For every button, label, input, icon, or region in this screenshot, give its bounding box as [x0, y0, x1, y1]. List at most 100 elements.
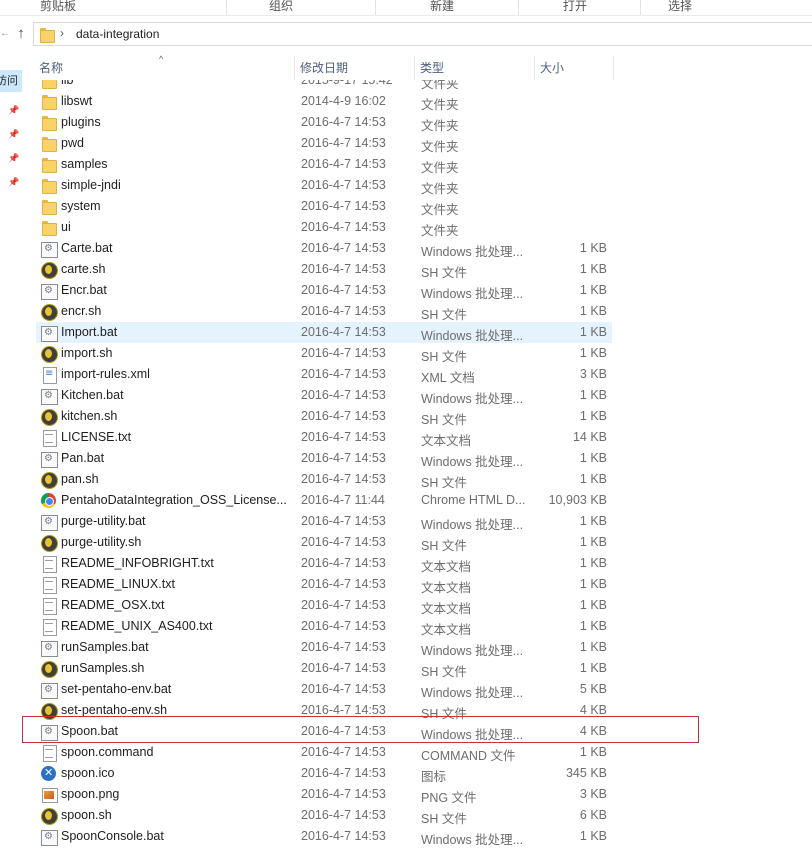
- navpane-item-pinned[interactable]: 📌: [0, 118, 22, 140]
- file-row[interactable]: pan.sh 2016-4-7 14:53 SH 文件 1 KB: [36, 469, 612, 490]
- up-arrow-icon[interactable]: ↑: [12, 25, 30, 43]
- column-header-name[interactable]: 名称: [22, 56, 294, 80]
- file-type: 文件夹: [421, 161, 459, 175]
- address-bar[interactable]: › data-integration: [33, 22, 812, 46]
- file-type: 文件夹: [421, 224, 459, 238]
- ribbon-group-new: 新建: [430, 0, 455, 13]
- folder-icon: [41, 178, 57, 194]
- file-row[interactable]: Kitchen.bat 2016-4-7 14:53 Windows 批处理... 1…: [36, 385, 612, 406]
- column-header-date[interactable]: 修改日期: [283, 56, 403, 80]
- file-row[interactable]: README_LINUX.txt 2016-4-7 14:53 文本文档 1 KB: [36, 574, 612, 595]
- file-size: 345 KB: [565, 766, 607, 780]
- navpane-item-quick-access[interactable]: 访问: [0, 70, 22, 92]
- column-header-row: ^ 名称 修改日期 类型 大小: [22, 54, 812, 80]
- file-size: 3 KB: [579, 787, 607, 801]
- file-row[interactable]: Pan.bat 2016-4-7 14:53 Windows 批处理... 1 KB: [36, 448, 612, 469]
- file-size: 1 KB: [579, 535, 607, 549]
- file-row[interactable]: Carte.bat 2016-4-7 14:53 Windows 批处理... 1 K…: [36, 238, 612, 259]
- file-size: 1 KB: [579, 451, 607, 465]
- file-row[interactable]: plugins 2016-4-7 14:53 文件夹: [36, 112, 612, 133]
- ribbon-group-labels: 剪贴板 组织 新建 打开 选择: [0, 0, 812, 16]
- file-row[interactable]: kitchen.sh 2016-4-7 14:53 SH 文件 1 KB: [36, 406, 612, 427]
- file-row[interactable]: set-pentaho-env.bat 2016-4-7 14:53 Windows…: [36, 679, 612, 700]
- navpane-item-drive[interactable]: [0, 270, 22, 292]
- file-row[interactable]: spoon.ico 2016-4-7 14:53 图标 345 KB: [36, 763, 612, 784]
- file-row[interactable]: Import.bat 2016-4-7 14:53 Windows 批处理... 1 …: [36, 322, 612, 343]
- file-name: kitchen.sh: [61, 409, 118, 423]
- batch-file-icon: [41, 325, 58, 342]
- file-name: carte.sh: [61, 262, 106, 276]
- file-row[interactable]: README_UNIX_AS400.txt 2016-4-7 14:53 文本文档 1…: [36, 616, 612, 637]
- file-type: Windows 批处理...: [421, 686, 524, 700]
- file-row[interactable]: lib 2015-9-17 15:42 文件夹: [36, 80, 612, 91]
- file-row[interactable]: purge-utility.sh 2016-4-7 14:53 SH 文件 1 KB: [36, 532, 612, 553]
- file-row[interactable]: carte.sh 2016-4-7 14:53 SH 文件 1 KB: [36, 259, 612, 280]
- file-row[interactable]: system 2016-4-7 14:53 文件夹: [36, 196, 612, 217]
- file-row[interactable]: import-rules.xml 2016-4-7 14:53 XML 文档 3 KB: [36, 364, 612, 385]
- navpane-item-pinned[interactable]: 📌: [0, 166, 22, 188]
- batch-file-icon: [41, 241, 58, 258]
- file-row[interactable]: ui 2016-4-7 14:53 文件夹: [36, 217, 612, 238]
- shell-script-icon: [41, 808, 58, 825]
- file-name: pan.sh: [61, 472, 99, 486]
- pin-icon: 📌: [8, 178, 20, 188]
- file-name: Carte.bat: [61, 241, 113, 255]
- file-type: Windows 批处理...: [421, 455, 524, 469]
- folder-icon: [41, 94, 57, 110]
- file-size: 1 KB: [579, 472, 607, 486]
- file-row[interactable]: PentahoDataIntegration_OSS_License... 201…: [36, 490, 612, 511]
- text-file-icon: [41, 619, 57, 636]
- file-row[interactable]: SpoonConsole.bat 2016-4-7 14:53 Windows 批处…: [36, 826, 612, 847]
- file-row[interactable]: import.sh 2016-4-7 14:53 SH 文件 1 KB: [36, 343, 612, 364]
- file-row[interactable]: README_INFOBRIGHT.txt 2016-4-7 14:53 文本文档 1…: [36, 553, 612, 574]
- file-modified-date: 2016-4-7 14:53: [301, 220, 386, 234]
- file-row[interactable]: simple-jndi 2016-4-7 14:53 文件夹: [36, 175, 612, 196]
- navpane-item-pinned[interactable]: 📌: [0, 94, 22, 116]
- navpane-item[interactable]: [0, 198, 22, 220]
- file-modified-date: 2016-4-7 14:53: [301, 514, 386, 528]
- navpane-item-drive[interactable]: [0, 222, 22, 244]
- file-name: samples: [61, 157, 108, 171]
- file-row[interactable]: encr.sh 2016-4-7 14:53 SH 文件 1 KB: [36, 301, 612, 322]
- shell-script-icon: [41, 346, 58, 363]
- file-size: 1 KB: [579, 388, 607, 402]
- file-modified-date: 2016-4-7 14:53: [301, 472, 386, 486]
- blank-file-icon: [41, 745, 57, 762]
- file-modified-date: 2016-4-7 14:53: [301, 367, 386, 381]
- file-type: SH 文件: [421, 413, 467, 427]
- file-row[interactable]: libswt 2014-4-9 16:02 文件夹: [36, 91, 612, 112]
- file-name: README_OSX.txt: [61, 598, 165, 612]
- file-size: 1 KB: [579, 325, 607, 339]
- file-row[interactable]: pwd 2016-4-7 14:53 文件夹: [36, 133, 612, 154]
- folder-icon: [41, 136, 57, 152]
- file-row[interactable]: runSamples.bat 2016-4-7 14:53 Windows 批处理.…: [36, 637, 612, 658]
- column-header-type[interactable]: 类型: [403, 56, 523, 80]
- file-name: purge-utility.sh: [61, 535, 142, 549]
- file-size: 1 KB: [579, 577, 607, 591]
- file-row[interactable]: spoon.sh 2016-4-7 14:53 SH 文件 6 KB: [36, 805, 612, 826]
- file-row[interactable]: spoon.png 2016-4-7 14:53 PNG 文件 3 KB: [36, 784, 612, 805]
- file-size: 1 KB: [579, 241, 607, 255]
- file-row[interactable]: Encr.bat 2016-4-7 14:53 Windows 批处理... 1 KB: [36, 280, 612, 301]
- file-type: Windows 批处理...: [421, 833, 524, 847]
- file-name: set-pentaho-env.sh: [61, 703, 168, 717]
- file-row[interactable]: spoon.command 2016-4-7 14:53 COMMAND 文件 1 K…: [36, 742, 612, 763]
- file-row[interactable]: README_OSX.txt 2016-4-7 14:53 文本文档 1 KB: [36, 595, 612, 616]
- file-type: COMMAND 文件: [421, 749, 516, 763]
- file-row[interactable]: samples 2016-4-7 14:53 文件夹: [36, 154, 612, 175]
- file-modified-date: 2016-4-7 14:53: [301, 157, 386, 171]
- file-row[interactable]: purge-utility.bat 2016-4-7 14:53 Windows 批…: [36, 511, 612, 532]
- file-modified-date: 2016-4-7 14:53: [301, 262, 386, 276]
- file-name: lib: [61, 80, 74, 87]
- column-header-size[interactable]: 大小: [523, 56, 613, 80]
- file-row[interactable]: LICENSE.txt 2016-4-7 14:53 文本文档 14 KB: [36, 427, 612, 448]
- column-divider[interactable]: [613, 56, 614, 80]
- breadcrumb-current-folder[interactable]: data-integration: [76, 27, 159, 41]
- navpane-item-drive[interactable]: [0, 246, 22, 268]
- back-arrow-icon[interactable]: ←: [0, 28, 10, 39]
- navpane-item-pinned[interactable]: 📌: [0, 142, 22, 164]
- file-name: LICENSE.txt: [61, 430, 132, 444]
- breadcrumb-chevron-icon[interactable]: ›: [60, 26, 64, 40]
- file-type: Windows 批处理...: [421, 287, 524, 301]
- file-row[interactable]: runSamples.sh 2016-4-7 14:53 SH 文件 1 KB: [36, 658, 612, 679]
